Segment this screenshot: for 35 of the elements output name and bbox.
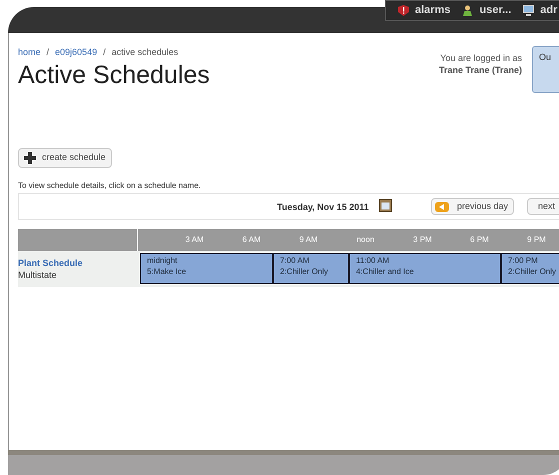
top-menu-item[interactable]: alarms — [415, 2, 450, 19]
hour-label: 6 AM — [242, 235, 261, 244]
calendar-icon[interactable] — [379, 199, 392, 212]
create-schedule-button[interactable]: create schedule — [18, 148, 112, 168]
top-menu-item[interactable]: adr — [540, 2, 558, 19]
schedule-block[interactable]: midnight 5:Make Ice — [140, 253, 273, 284]
corner-button[interactable]: Ou — [532, 46, 559, 93]
hour-label: 9 AM — [299, 235, 318, 244]
hour-label: 3 AM — [185, 235, 204, 244]
alarm-icon — [398, 5, 409, 16]
schedule-type: Multistate — [18, 269, 57, 281]
breadcrumb-separator: / — [102, 46, 107, 59]
breadcrumb-current: active schedules — [112, 46, 178, 59]
user-name: Trane Trane (Trane) — [438, 64, 522, 76]
user-icon — [462, 5, 474, 16]
breadcrumb-link[interactable]: home — [18, 46, 41, 60]
hint-text: To view schedule details, click on a schedule name. — [18, 180, 201, 192]
hour-label: 9 PM — [527, 235, 546, 244]
login-text: You are logged in as — [439, 52, 522, 64]
previous-day-button[interactable]: previous day — [431, 198, 514, 215]
next-day-button[interactable]: next — [527, 198, 559, 215]
schedule-block[interactable]: 11:00 AM 4:Chiller and Ice — [349, 253, 501, 284]
hour-label: 3 PM — [413, 235, 432, 244]
schedule-name-link[interactable]: Plant Schedule — [18, 257, 83, 269]
page-title: Active Schedules — [18, 60, 210, 90]
hour-label: 6 PM — [470, 235, 489, 244]
schedule-block[interactable]: 7:00 PM 2:Chiller Only — [501, 253, 559, 284]
breadcrumb-separator: / — [46, 46, 50, 59]
schedule-block[interactable]: 7:00 AM 2:Chiller Only — [273, 253, 349, 284]
breadcrumb-link[interactable]: e09j60549 — [55, 46, 98, 60]
plus-icon — [24, 152, 36, 164]
date-label: Tuesday, Nov 15 2011 — [277, 201, 369, 214]
top-menu-item[interactable]: user... — [479, 2, 512, 19]
hour-label: noon — [356, 235, 374, 244]
computer-icon — [523, 5, 534, 16]
